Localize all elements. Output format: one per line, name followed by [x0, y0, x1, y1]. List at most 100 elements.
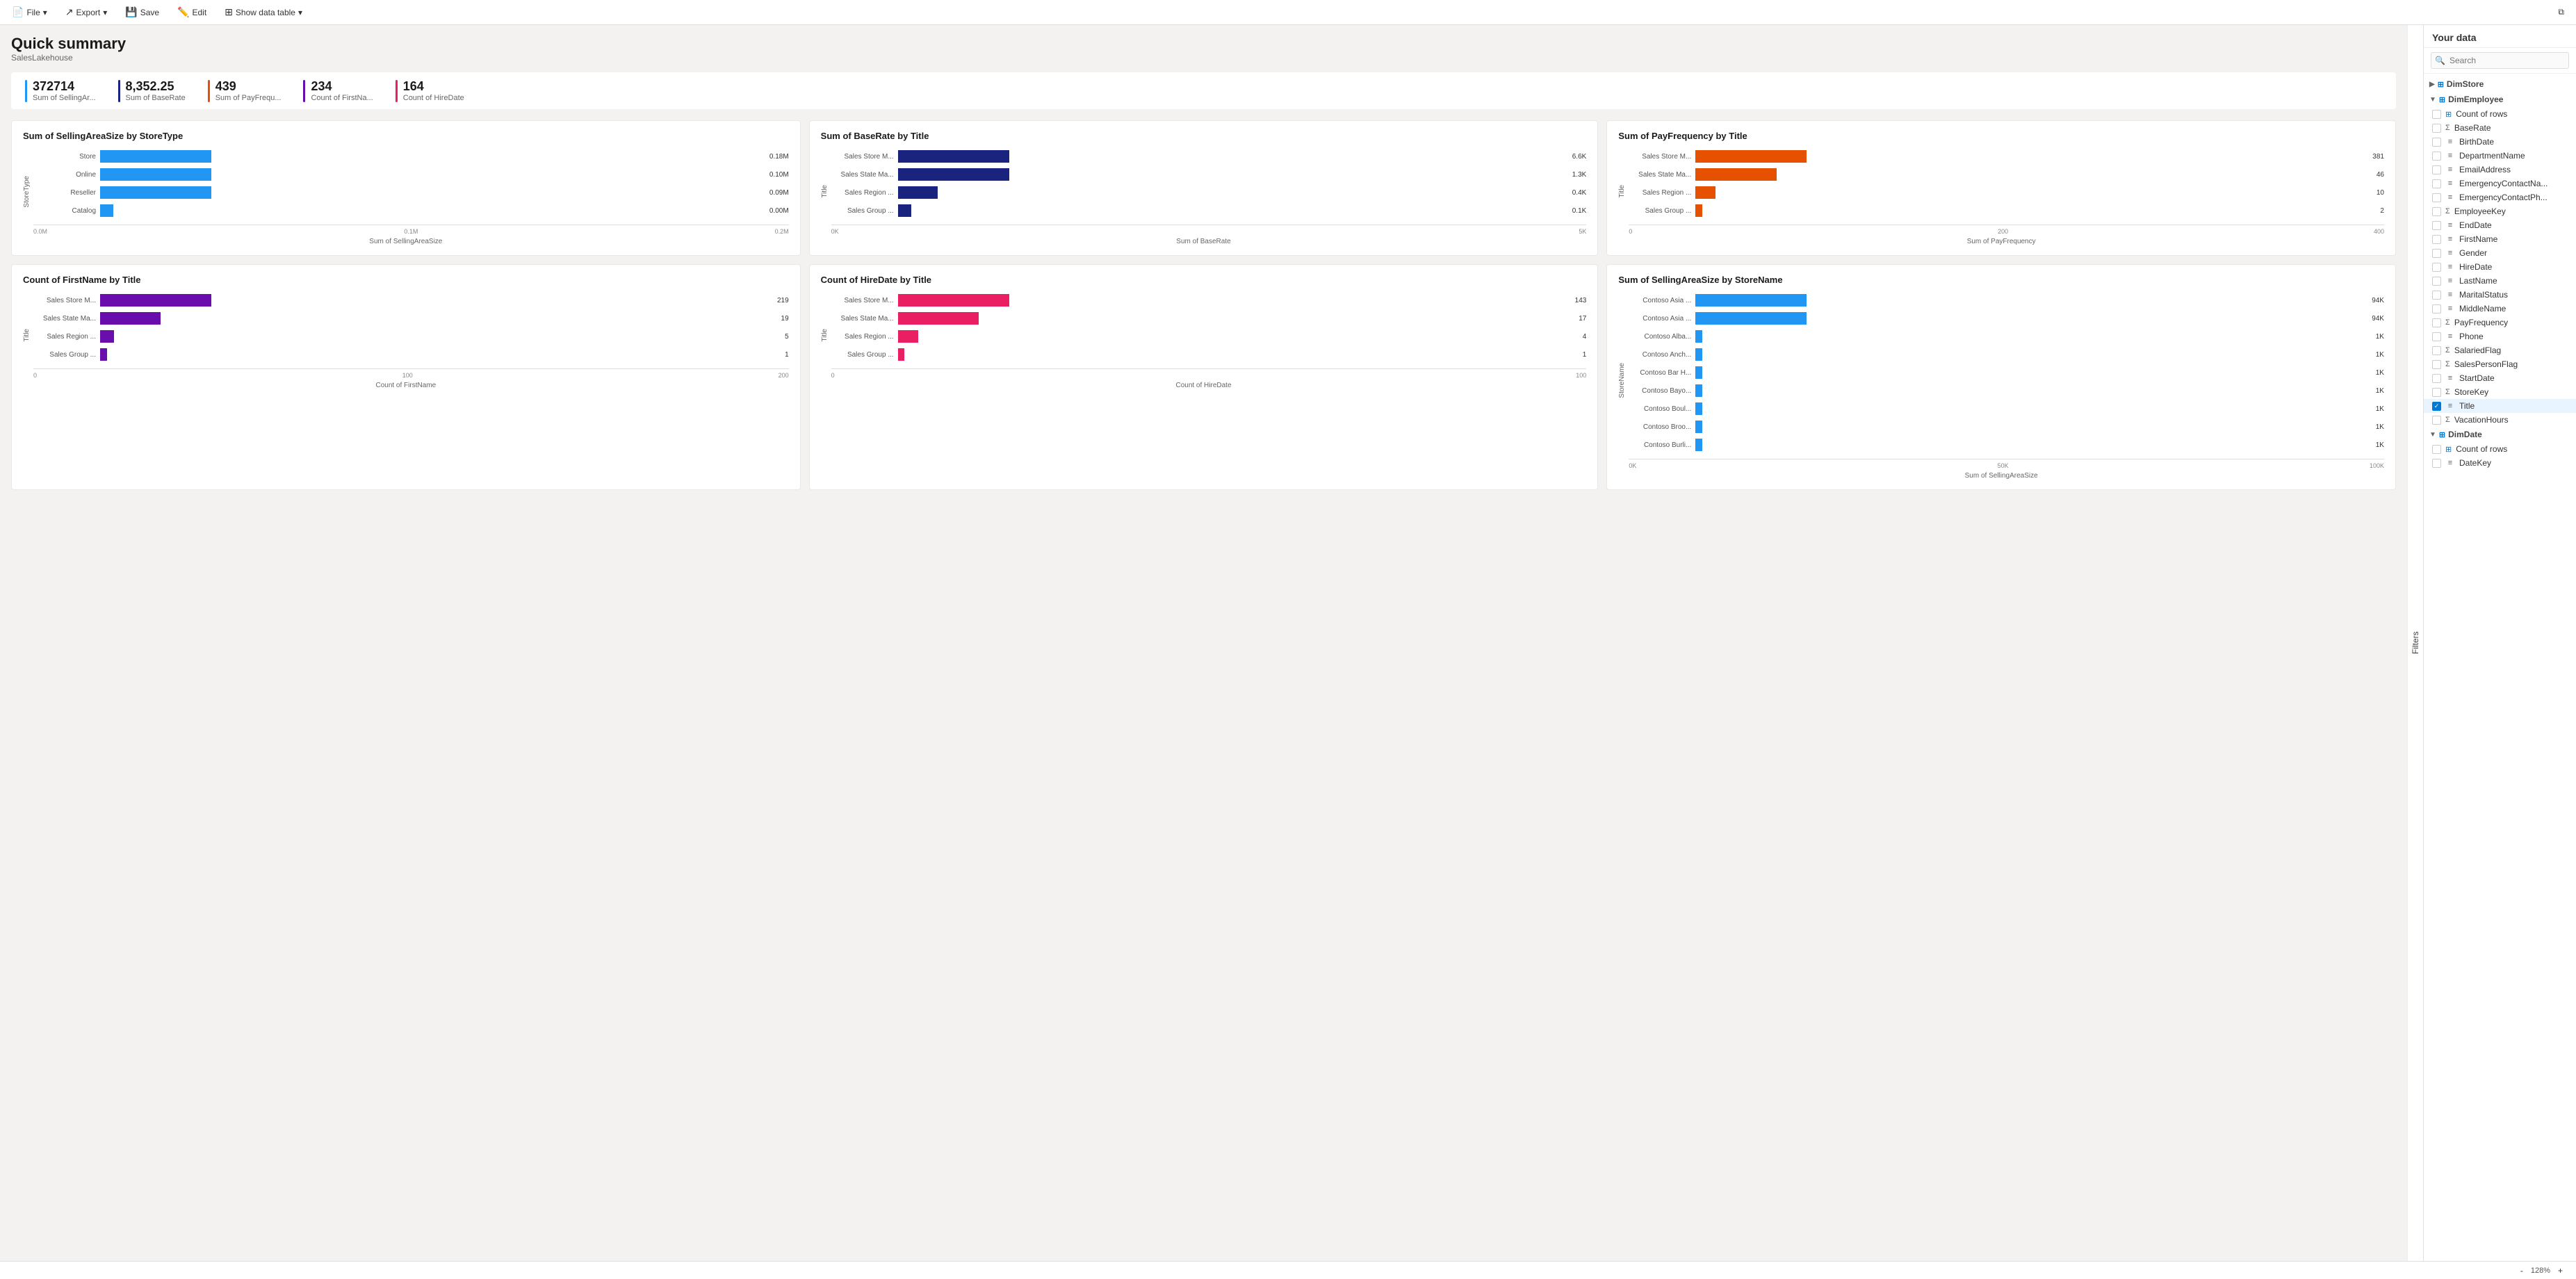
sidebar-checkbox[interactable] — [2432, 374, 2441, 383]
bar — [100, 168, 211, 181]
sidebar-item-label: EmergencyContactNa... — [2459, 179, 2548, 188]
bar-label: Sales Group ... — [1629, 207, 1691, 215]
sidebar-checkbox[interactable] — [2432, 304, 2441, 313]
sidebar-item-salespersonflag[interactable]: Σ SalesPersonFlag — [2424, 357, 2576, 371]
bar-value: 0.10M — [769, 171, 789, 179]
sidebar-checkbox[interactable] — [2432, 360, 2441, 369]
bar-label: Store — [33, 153, 96, 161]
kpi-item-kpi3: 439 Sum of PayFrequ... — [208, 79, 282, 102]
bar-value: 1K — [2376, 405, 2384, 413]
sidebar-item-lastname[interactable]: ≡ LastName — [2424, 274, 2576, 288]
sidebar-checkbox[interactable] — [2432, 110, 2441, 119]
sidebar-item-hiredate[interactable]: ≡ HireDate — [2424, 260, 2576, 274]
sidebar-checkbox[interactable] — [2432, 138, 2441, 147]
sigma-icon: Σ — [2445, 346, 2450, 355]
bar-value: 1 — [1583, 351, 1587, 359]
bar-row: Sales Group ... 1 — [831, 348, 1587, 361]
sidebar-section-header-dimemployee[interactable]: ▼ ⊞ DimEmployee — [2424, 92, 2576, 107]
sidebar-item-startdate[interactable]: ≡ StartDate — [2424, 371, 2576, 385]
sidebar-item-maritalstatus[interactable]: ≡ MaritalStatus — [2424, 288, 2576, 302]
sidebar-section-header-dimdate[interactable]: ▼ ⊞ DimDate — [2424, 427, 2576, 442]
edit-button[interactable]: ✏️ Edit — [172, 4, 211, 20]
sidebar-item-salariedflag[interactable]: Σ SalariedFlag — [2424, 343, 2576, 357]
chart-bars-area: Contoso Asia ... 94K Contoso Asia ... 94… — [1629, 292, 2384, 469]
sidebar-item-phone[interactable]: ≡ Phone — [2424, 329, 2576, 343]
sidebar-item-middlename[interactable]: ≡ MiddleName — [2424, 302, 2576, 316]
bar-container — [1695, 294, 2365, 307]
zoom-out-button[interactable]: - — [2516, 1264, 2528, 1278]
sidebar-checkbox[interactable] — [2432, 346, 2441, 355]
sidebar-item-title[interactable]: ✓ ≡ Title — [2424, 399, 2576, 413]
sidebar-item-payfrequency[interactable]: Σ PayFrequency — [2424, 316, 2576, 329]
sidebar-checkbox[interactable] — [2432, 193, 2441, 202]
sidebar-item-departmentname[interactable]: ≡ DepartmentName — [2424, 149, 2576, 163]
show-data-table-button[interactable]: ⊞ Show data table ▾ — [220, 4, 307, 20]
content-area: Quick summary SalesLakehouse 372714 Sum … — [0, 25, 2407, 1261]
sidebar-item-label: EmployeeKey — [2454, 206, 2506, 216]
bar-container — [1695, 168, 2370, 181]
sidebar-checkbox[interactable]: ✓ — [2432, 402, 2441, 411]
sidebar-item-emergencycontactna...[interactable]: ≡ EmergencyContactNa... — [2424, 177, 2576, 190]
kpi-indicator — [303, 80, 305, 102]
sidebar-checkbox[interactable] — [2432, 277, 2441, 286]
bar-value: 17 — [1579, 315, 1586, 323]
sidebar-checkbox[interactable] — [2432, 152, 2441, 161]
chart-axis: 0.0M0.1M0.2M — [33, 225, 789, 235]
sidebar-item-firstname[interactable]: ≡ FirstName — [2424, 232, 2576, 246]
bar-value: 381 — [2372, 153, 2384, 161]
bar-value: 0.4K — [1572, 189, 1587, 197]
bar-container — [898, 168, 1565, 181]
table-section-icon: ⊞ — [2438, 80, 2444, 89]
sidebar-item-count-of-rows[interactable]: ⊞ Count of rows — [2424, 442, 2576, 456]
sidebar-item-datekey[interactable]: ≡ DateKey — [2424, 456, 2576, 470]
sidebar-checkbox[interactable] — [2432, 318, 2441, 327]
sidebar-item-baserate[interactable]: Σ BaseRate — [2424, 121, 2576, 135]
file-button[interactable]: 📄 File ▾ — [7, 4, 52, 20]
sidebar-checkbox[interactable] — [2432, 388, 2441, 397]
sidebar-checkbox[interactable] — [2432, 179, 2441, 188]
bar-row: Sales Store M... 381 — [1629, 150, 2384, 163]
export-button[interactable]: ↗ Export ▾ — [60, 4, 112, 20]
save-button[interactable]: 💾 Save — [120, 4, 164, 20]
chart-row-area: Title Sales Store M... 143 Sales State M… — [821, 292, 1587, 379]
bar-container — [1695, 402, 2368, 415]
export-label: Export — [76, 8, 101, 17]
export-chevron-icon: ▾ — [103, 8, 107, 17]
sidebar-item-count-of-rows[interactable]: ⊞ Count of rows — [2424, 107, 2576, 121]
sidebar-item-enddate[interactable]: ≡ EndDate — [2424, 218, 2576, 232]
bar-container — [1695, 186, 2370, 199]
kpi-item-kpi5: 164 Count of HireDate — [396, 79, 464, 102]
show-data-table-chevron-icon: ▾ — [298, 8, 302, 17]
sidebar-checkbox[interactable] — [2432, 249, 2441, 258]
sidebar-checkbox[interactable] — [2432, 332, 2441, 341]
sidebar-checkbox[interactable] — [2432, 124, 2441, 133]
page-title: Quick summary — [11, 35, 2396, 53]
sidebar-item-emergencycontactph...[interactable]: ≡ EmergencyContactPh... — [2424, 190, 2576, 204]
sidebar-title: Your data — [2424, 25, 2576, 48]
filters-label[interactable]: Filters — [2407, 25, 2423, 1261]
sidebar-item-birthdate[interactable]: ≡ BirthDate — [2424, 135, 2576, 149]
sidebar-checkbox[interactable] — [2432, 445, 2441, 454]
sidebar-item-gender[interactable]: ≡ Gender — [2424, 246, 2576, 260]
window-toggle-button[interactable]: ⧉ — [2553, 5, 2569, 19]
field-icon: ≡ — [2445, 332, 2455, 341]
sidebar-item-emailaddress[interactable]: ≡ EmailAddress — [2424, 163, 2576, 177]
sidebar-item-label: BaseRate — [2454, 123, 2491, 133]
sidebar-checkbox[interactable] — [2432, 207, 2441, 216]
sidebar-checkbox[interactable] — [2432, 459, 2441, 468]
field-icon: ≡ — [2445, 249, 2455, 257]
sidebar-item-storekey[interactable]: Σ StoreKey — [2424, 385, 2576, 399]
zoom-out-icon: - — [2520, 1266, 2523, 1276]
sidebar-checkbox[interactable] — [2432, 416, 2441, 425]
sidebar-checkbox[interactable] — [2432, 221, 2441, 230]
sidebar-item-employeekey[interactable]: Σ EmployeeKey — [2424, 204, 2576, 218]
sidebar-checkbox[interactable] — [2432, 291, 2441, 300]
field-icon: ≡ — [2445, 152, 2455, 160]
zoom-in-button[interactable]: + — [2553, 1264, 2568, 1278]
sidebar-section-header-dimstoretable[interactable]: ▶ ⊞ DimStore — [2424, 76, 2576, 92]
search-input[interactable] — [2431, 52, 2569, 69]
sidebar-item-vacationhours[interactable]: Σ VacationHours — [2424, 413, 2576, 427]
sidebar-checkbox[interactable] — [2432, 165, 2441, 174]
sidebar-checkbox[interactable] — [2432, 235, 2441, 244]
sidebar-checkbox[interactable] — [2432, 263, 2441, 272]
